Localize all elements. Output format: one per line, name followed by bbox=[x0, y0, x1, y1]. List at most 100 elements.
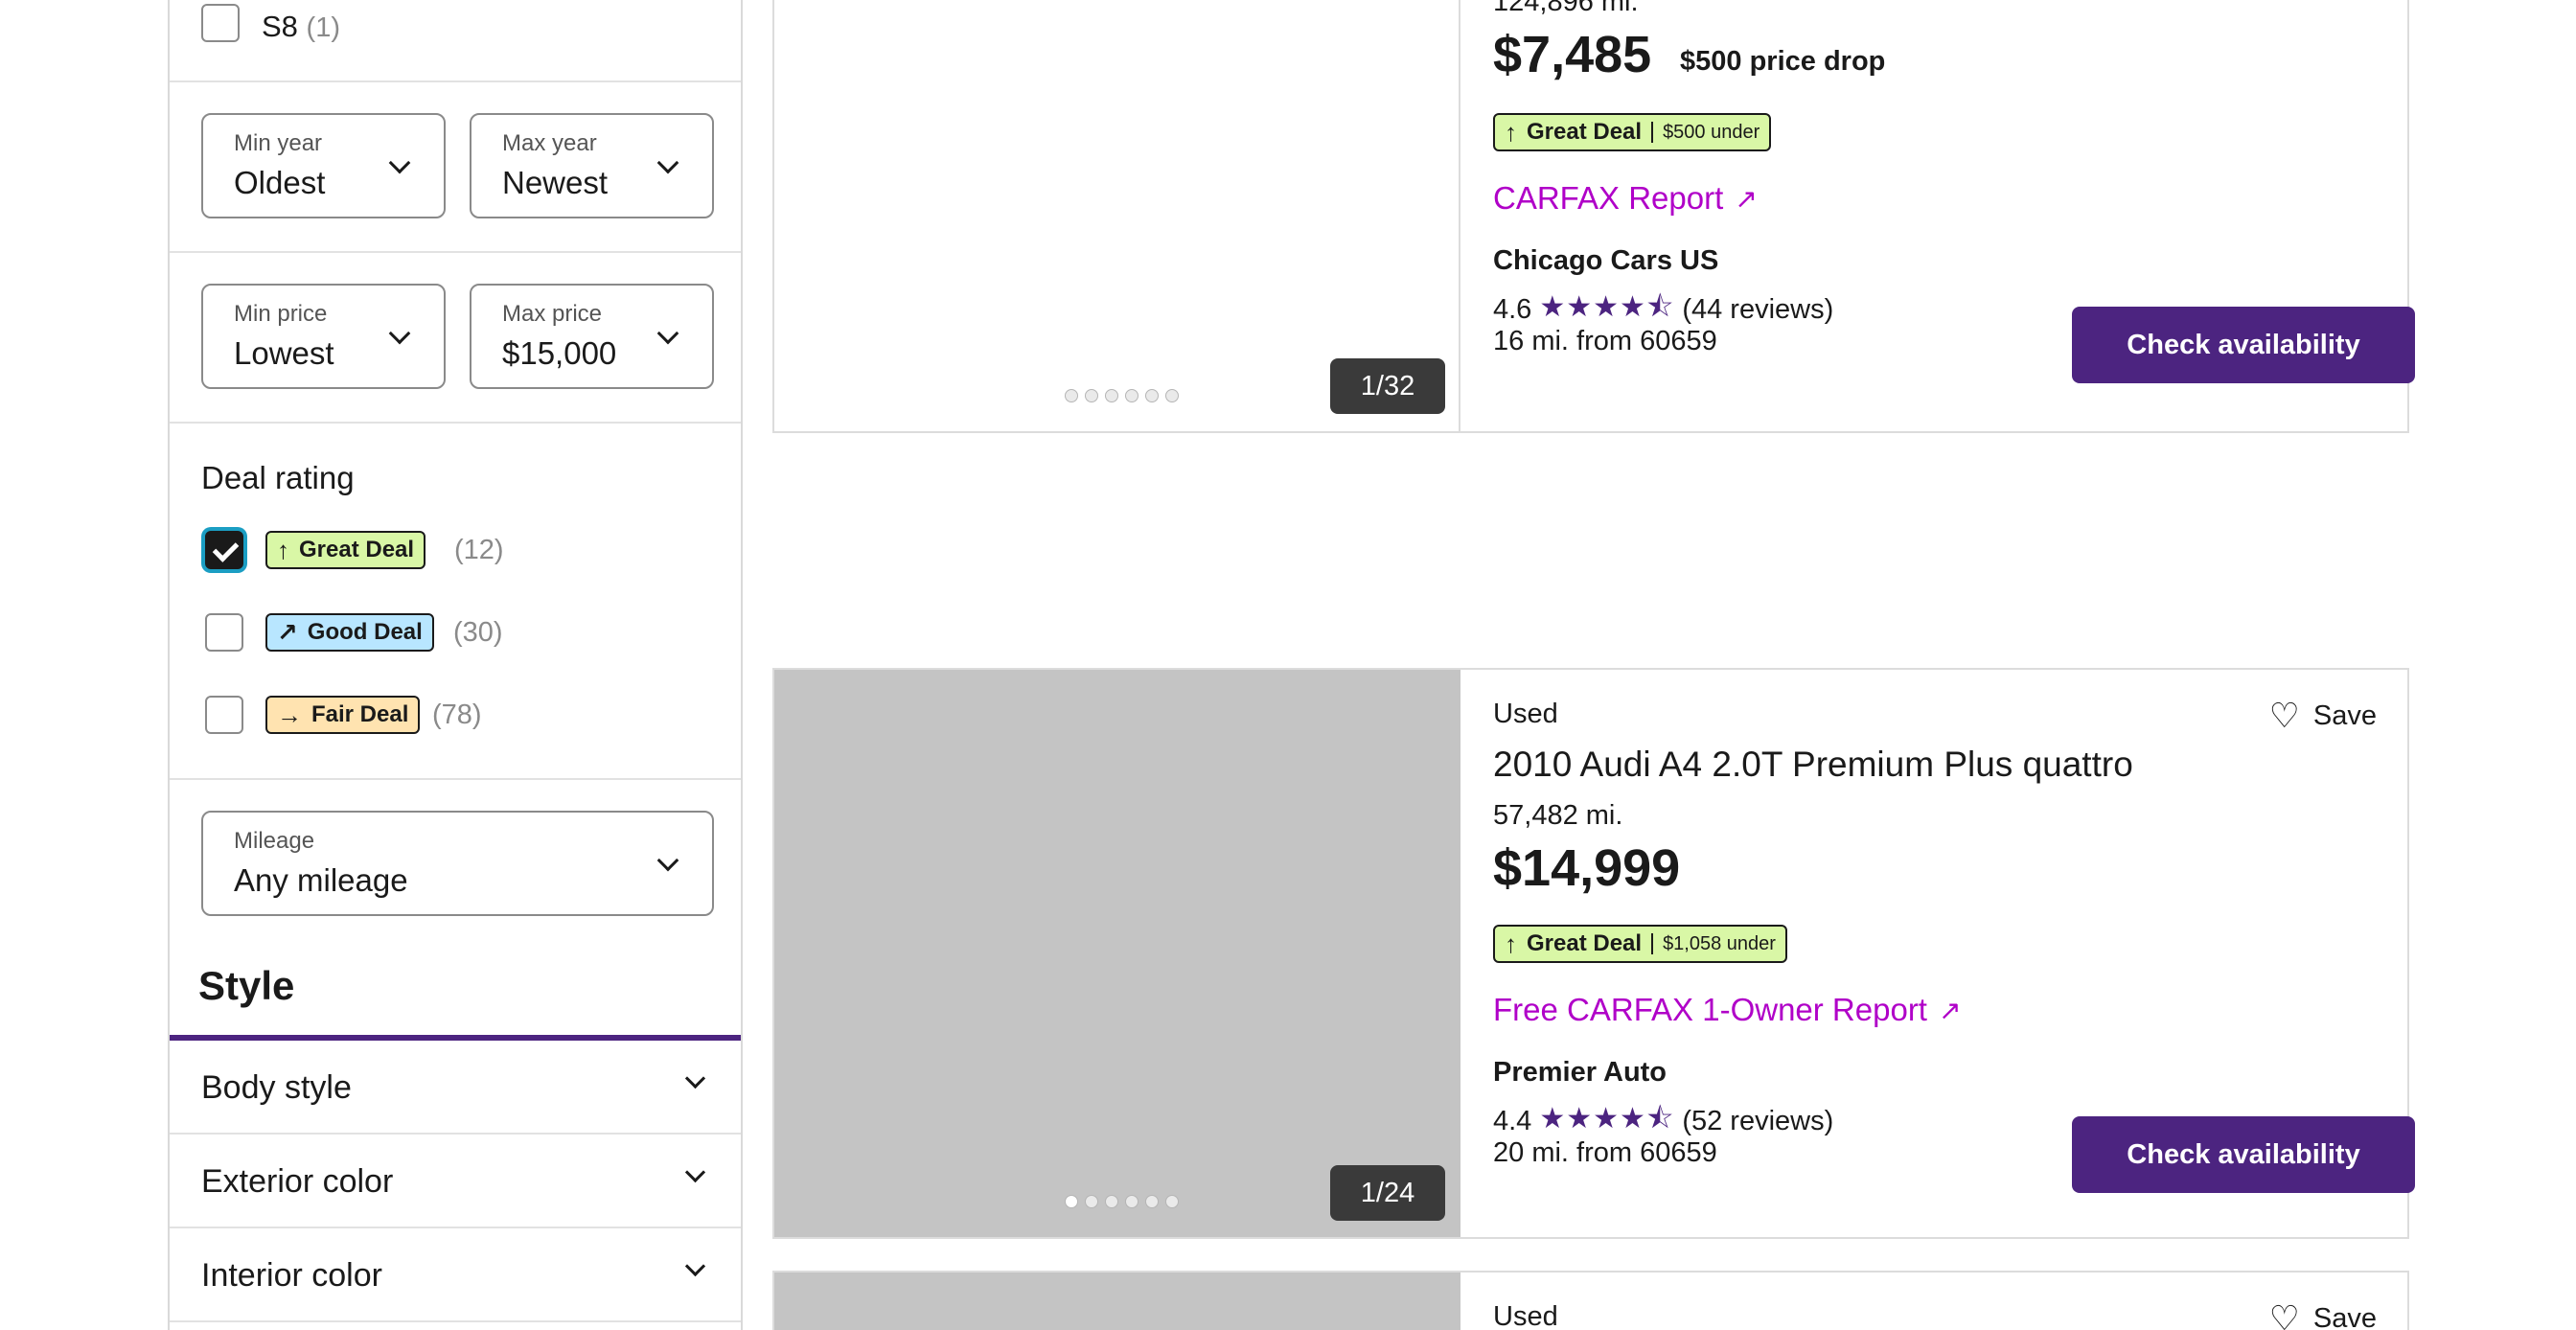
pagination-dot bbox=[1165, 1195, 1179, 1208]
pagination-dot bbox=[1105, 389, 1118, 402]
pagination-dot bbox=[1085, 389, 1098, 402]
pagination-dot bbox=[1125, 389, 1138, 402]
arrow-up-right-icon: ↗ bbox=[277, 618, 298, 647]
min-year-select[interactable]: Min year Oldest bbox=[201, 113, 446, 218]
deal-badge-label: Great Deal bbox=[1527, 930, 1643, 956]
model-s8-count: (1) bbox=[306, 12, 340, 43]
heart-icon: ♡ bbox=[2268, 1298, 2300, 1330]
good-deal-badge[interactable]: ↗ Good Deal bbox=[265, 613, 434, 652]
exterior-color-accordion[interactable]: Exterior color bbox=[170, 1135, 741, 1228]
arrow-right-icon: → bbox=[277, 700, 302, 729]
listing-card[interactable]: 1/24 Used ♡ Save 2010 Audi A4 2.0T Premi… bbox=[772, 668, 2415, 1239]
min-year-label: Min year bbox=[234, 130, 323, 156]
carfax-report-link[interactable]: CARFAX Report ↗ bbox=[1493, 180, 1758, 217]
great-deal-checkbox[interactable] bbox=[205, 531, 243, 569]
fair-deal-checkbox[interactable] bbox=[205, 696, 243, 734]
carfax-report-label: Free CARFAX 1-Owner Report bbox=[1493, 992, 1927, 1027]
listing-photo[interactable] bbox=[774, 1273, 1460, 1330]
model-s8-option[interactable]: S8 (1) bbox=[262, 10, 340, 44]
interior-color-accordion[interactable]: Interior color bbox=[170, 1228, 741, 1322]
filters-sidebar: S8 (1) Min year Oldest Max year Newest M… bbox=[168, 0, 743, 1330]
listing-photo[interactable]: 1/32 bbox=[774, 0, 1460, 431]
price-filter-section: Min price Lowest Max price $15,000 bbox=[170, 253, 741, 424]
review-count: (52 reviews) bbox=[1682, 1106, 1834, 1136]
deal-rating-section: Deal rating ↑ Great Deal (12) ↗ Good Dea… bbox=[170, 424, 741, 780]
deal-badge: ↑ Great Deal $500 under bbox=[1493, 113, 1772, 151]
photo-pagination-dots bbox=[1065, 1195, 1179, 1208]
pagination-dot bbox=[1085, 1195, 1098, 1208]
chevron-down-icon bbox=[656, 322, 679, 345]
deal-badge-detail: $1,058 under bbox=[1651, 933, 1776, 954]
min-price-label: Min price bbox=[234, 301, 328, 327]
good-deal-count: (30) bbox=[453, 617, 503, 648]
arrow-up-icon: ↑ bbox=[1505, 118, 1517, 147]
photo-pagination-dots bbox=[1065, 389, 1179, 402]
save-button[interactable]: ♡ Save bbox=[2269, 1301, 2377, 1330]
great-deal-badge[interactable]: ↑ Great Deal bbox=[265, 531, 426, 569]
chevron-down-icon bbox=[684, 1255, 706, 1277]
great-deal-label: Great Deal bbox=[299, 537, 415, 562]
good-deal-checkbox[interactable] bbox=[205, 613, 243, 652]
min-price-value: Lowest bbox=[234, 335, 334, 371]
max-year-select[interactable]: Max year Newest bbox=[470, 113, 714, 218]
listing-photo[interactable]: 1/24 bbox=[774, 670, 1460, 1237]
chevron-down-icon bbox=[684, 1067, 706, 1089]
check-availability-button[interactable]: Check availability bbox=[2072, 307, 2415, 383]
listing-mileage: 57,482 mi. bbox=[1493, 800, 1623, 831]
chevron-down-icon bbox=[388, 151, 411, 174]
year-filter-section: Min year Oldest Max year Newest bbox=[170, 82, 741, 253]
listing-condition: Used bbox=[1493, 699, 1558, 729]
dealer-name[interactable]: Premier Auto bbox=[1493, 1057, 1667, 1089]
max-price-label: Max price bbox=[502, 301, 603, 327]
check-availability-button[interactable]: Check availability bbox=[2072, 1116, 2415, 1193]
heart-icon: ♡ bbox=[2268, 696, 2300, 735]
listing-title[interactable]: 2010 Audi A4 2.0T Premium Plus quattro bbox=[1493, 745, 2133, 785]
mileage-value: Any mileage bbox=[234, 862, 408, 898]
max-price-value: $15,000 bbox=[502, 335, 617, 371]
chevron-down-icon bbox=[656, 151, 679, 174]
mileage-select[interactable]: Mileage Any mileage bbox=[201, 811, 714, 916]
carfax-report-label: CARFAX Report bbox=[1493, 180, 1724, 216]
body-style-accordion[interactable]: Body style bbox=[170, 1041, 741, 1135]
fair-deal-badge[interactable]: → Fair Deal bbox=[265, 696, 421, 734]
style-section-title: Style bbox=[198, 963, 295, 1008]
listing-price: $14,999 bbox=[1493, 839, 1681, 897]
good-deal-label: Good Deal bbox=[307, 619, 423, 645]
pagination-dot bbox=[1065, 389, 1078, 402]
rating-value: 4.6 bbox=[1493, 294, 1532, 325]
listing-card[interactable]: 1/32 124,896 mi. $7,485 $500 price drop … bbox=[772, 0, 2415, 433]
exterior-color-label: Exterior color bbox=[201, 1163, 394, 1200]
body-style-label: Body style bbox=[201, 1069, 352, 1106]
price-drop: $500 price drop bbox=[1680, 46, 1886, 77]
photo-counter: 1/32 bbox=[1330, 358, 1445, 414]
mileage-label: Mileage bbox=[234, 828, 315, 854]
listing-info: Used ♡ Save bbox=[1493, 1273, 2407, 1330]
model-s8-checkbox[interactable] bbox=[201, 4, 240, 42]
dealer-name[interactable]: Chicago Cars US bbox=[1493, 245, 1718, 277]
dealer-distance: 20 mi. from 60659 bbox=[1493, 1137, 1717, 1168]
review-count: (44 reviews) bbox=[1682, 294, 1834, 325]
pagination-dot bbox=[1065, 1195, 1078, 1208]
fair-deal-label: Fair Deal bbox=[311, 701, 409, 727]
save-button[interactable]: ♡ Save bbox=[2269, 699, 2377, 733]
min-price-select[interactable]: Min price Lowest bbox=[201, 284, 446, 389]
model-s8-label: S8 bbox=[262, 10, 298, 43]
listing-mileage: 124,896 mi. bbox=[1493, 0, 1639, 17]
deal-rating-title: Deal rating bbox=[201, 460, 355, 495]
dealer-distance: 16 mi. from 60659 bbox=[1493, 326, 1717, 356]
listing-card[interactable]: Used ♡ Save bbox=[772, 1271, 2409, 1330]
model-filter-section: S8 (1) bbox=[170, 0, 741, 82]
pagination-dot bbox=[1145, 389, 1159, 402]
carfax-report-link[interactable]: Free CARFAX 1-Owner Report ↗ bbox=[1493, 992, 1961, 1028]
chevron-down-icon bbox=[388, 322, 411, 345]
listing-info: 124,896 mi. $7,485 $500 price drop ↑ Gre… bbox=[1493, 0, 2415, 431]
save-label: Save bbox=[2312, 699, 2377, 731]
fair-deal-count: (78) bbox=[432, 699, 482, 730]
deal-badge: ↑ Great Deal $1,058 under bbox=[1493, 925, 1787, 963]
max-price-select[interactable]: Max price $15,000 bbox=[470, 284, 714, 389]
pagination-dot bbox=[1125, 1195, 1138, 1208]
rating-value: 4.4 bbox=[1493, 1106, 1532, 1136]
listing-info: Used ♡ Save 2010 Audi A4 2.0T Premium Pl… bbox=[1493, 670, 2415, 1237]
deal-badge-label: Great Deal bbox=[1527, 119, 1643, 145]
arrow-up-icon: ↑ bbox=[277, 536, 289, 564]
